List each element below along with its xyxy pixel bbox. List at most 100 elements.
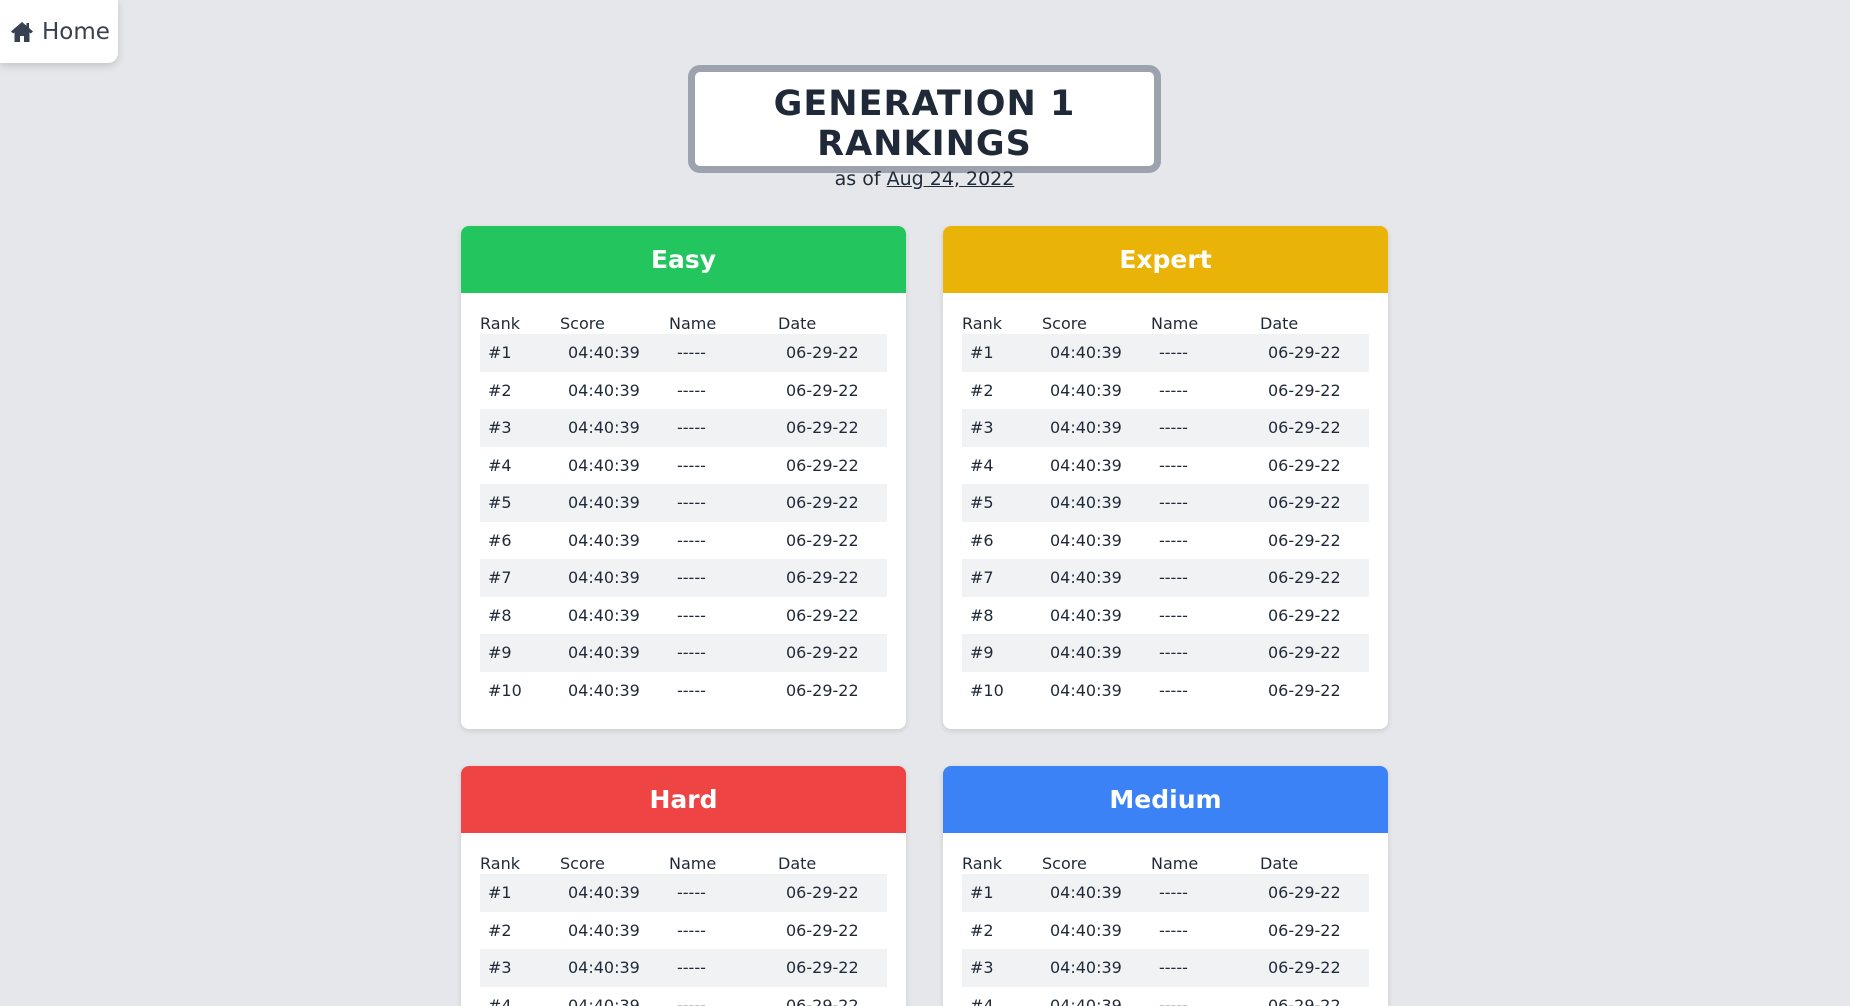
rankings-page: Home GENERATION 1 RANKINGS as of Aug 24,… <box>0 0 1850 1006</box>
cell-score: 04:40:39 <box>1050 530 1122 550</box>
table-row: #4 04:40:39 ----- 06-29-22 <box>480 447 887 485</box>
cell-name: ----- <box>1159 920 1188 940</box>
table-rows: #1 04:40:39 ----- 06-29-22 #2 04:40:39 ----- 06… <box>962 334 1369 709</box>
cell-score: 04:40:39 <box>1050 418 1122 438</box>
cell-date: 06-29-22 <box>1268 605 1341 625</box>
cell-date: 06-29-22 <box>1268 380 1341 400</box>
cell-name: ----- <box>1159 418 1188 438</box>
column-header-date: Date <box>1260 854 1299 873</box>
cell-score: 04:40:39 <box>568 643 640 663</box>
cell-rank: #1 <box>488 343 512 363</box>
cell-name: ----- <box>1159 958 1188 978</box>
column-header-name: Name <box>1151 314 1199 333</box>
column-header-score: Score <box>560 314 605 333</box>
cell-date: 06-29-22 <box>1268 455 1341 475</box>
table-row: #6 04:40:39 ----- 06-29-22 <box>480 522 887 560</box>
cell-rank: #2 <box>970 920 994 940</box>
table-row: #4 04:40:39 ----- 06-29-22 <box>962 447 1369 485</box>
table-row: #3 04:40:39 ----- 06-29-22 <box>480 949 887 987</box>
cell-name: ----- <box>677 605 706 625</box>
cell-rank: #7 <box>488 568 512 588</box>
cell-score: 04:40:39 <box>568 568 640 588</box>
cell-score: 04:40:39 <box>1050 605 1122 625</box>
cell-name: ----- <box>1159 605 1188 625</box>
table-header: Rank Score Name Date <box>480 853 887 874</box>
cell-rank: #6 <box>970 530 994 550</box>
cell-date: 06-29-22 <box>786 568 859 588</box>
ranking-card-expert: Expert Rank Score Name Date #1 04:40:39 ----- 06… <box>943 226 1388 729</box>
cell-rank: #8 <box>488 605 512 625</box>
cell-rank: #1 <box>488 883 512 903</box>
cell-name: ----- <box>1159 455 1188 475</box>
cell-score: 04:40:39 <box>1050 920 1122 940</box>
column-header-rank: Rank <box>962 314 1002 333</box>
cell-date: 06-29-22 <box>1268 920 1341 940</box>
table-row: #7 04:40:39 ----- 06-29-22 <box>962 559 1369 597</box>
column-header-name: Name <box>669 854 717 873</box>
page-subtitle: as of Aug 24, 2022 <box>695 168 1154 190</box>
home-button[interactable]: Home <box>0 0 118 63</box>
cell-score: 04:40:39 <box>1050 958 1122 978</box>
ranking-card-hard: Hard Rank Score Name Date #1 04:40:39 ----- 06-2… <box>461 766 906 1006</box>
page-title: GENERATION 1 RANKINGS <box>773 84 1076 164</box>
cell-rank: #2 <box>970 380 994 400</box>
table-row: #2 04:40:39 ----- 06-29-22 <box>962 372 1369 410</box>
column-header-score: Score <box>1042 854 1087 873</box>
cell-date: 06-29-22 <box>786 530 859 550</box>
cell-rank: #4 <box>970 455 994 475</box>
cell-name: ----- <box>1159 680 1188 700</box>
cell-date: 06-29-22 <box>1268 493 1341 513</box>
column-header-date: Date <box>778 314 817 333</box>
cell-rank: #4 <box>488 455 512 475</box>
table-row: #3 04:40:39 ----- 06-29-22 <box>962 409 1369 447</box>
cell-rank: #1 <box>970 343 994 363</box>
table-row: #8 04:40:39 ----- 06-29-22 <box>480 597 887 635</box>
cell-name: ----- <box>1159 493 1188 513</box>
cell-name: ----- <box>677 680 706 700</box>
table-header: Rank Score Name Date <box>480 313 887 334</box>
cell-score: 04:40:39 <box>568 920 640 940</box>
cell-score: 04:40:39 <box>568 418 640 438</box>
column-header-score: Score <box>560 854 605 873</box>
cell-date: 06-29-22 <box>1268 883 1341 903</box>
cell-rank: #3 <box>488 958 512 978</box>
cell-date: 06-29-22 <box>1268 995 1341 1006</box>
table-row: #1 04:40:39 ----- 06-29-22 <box>480 874 887 912</box>
cell-rank: #7 <box>970 568 994 588</box>
cell-rank: #2 <box>488 920 512 940</box>
cell-name: ----- <box>677 958 706 978</box>
cell-name: ----- <box>677 493 706 513</box>
cell-name: ----- <box>677 530 706 550</box>
card-title: Hard <box>461 766 906 833</box>
table-row: #7 04:40:39 ----- 06-29-22 <box>480 559 887 597</box>
cell-rank: #2 <box>488 380 512 400</box>
cell-date: 06-29-22 <box>786 680 859 700</box>
cell-name: ----- <box>677 455 706 475</box>
cell-score: 04:40:39 <box>568 455 640 475</box>
table-row: #5 04:40:39 ----- 06-29-22 <box>962 484 1369 522</box>
cell-score: 04:40:39 <box>1050 680 1122 700</box>
house-icon <box>10 21 34 43</box>
cell-date: 06-29-22 <box>786 605 859 625</box>
cell-score: 04:40:39 <box>568 530 640 550</box>
cell-score: 04:40:39 <box>1050 568 1122 588</box>
cell-date: 06-29-22 <box>786 995 859 1006</box>
cell-date: 06-29-22 <box>786 343 859 363</box>
cell-score: 04:40:39 <box>1050 883 1122 903</box>
cell-score: 04:40:39 <box>568 958 640 978</box>
cell-name: ----- <box>1159 643 1188 663</box>
cell-date: 06-29-22 <box>786 643 859 663</box>
table-row: #1 04:40:39 ----- 06-29-22 <box>962 334 1369 372</box>
ranking-card-easy: Easy Rank Score Name Date #1 04:40:39 ----- 06-2… <box>461 226 906 729</box>
card-title: Easy <box>461 226 906 293</box>
cell-date: 06-29-22 <box>786 380 859 400</box>
table-row: #5 04:40:39 ----- 06-29-22 <box>480 484 887 522</box>
table-row: #1 04:40:39 ----- 06-29-22 <box>480 334 887 372</box>
column-header-score: Score <box>1042 314 1087 333</box>
ranking-date-link[interactable]: Aug 24, 2022 <box>887 168 1015 190</box>
cell-rank: #4 <box>970 995 994 1006</box>
column-header-date: Date <box>778 854 817 873</box>
cell-score: 04:40:39 <box>568 493 640 513</box>
cell-date: 06-29-22 <box>786 920 859 940</box>
cell-name: ----- <box>677 643 706 663</box>
